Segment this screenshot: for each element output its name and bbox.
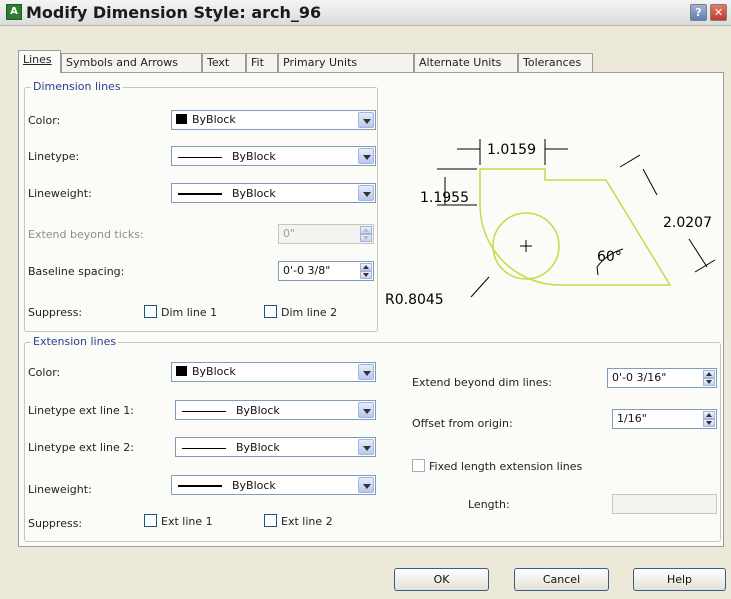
ext-line-2-label: Ext line 2 bbox=[281, 515, 333, 528]
dim-linetype-label: Linetype: bbox=[28, 150, 80, 163]
ext-color-label: Color: bbox=[28, 366, 61, 379]
ext-linetype2-label: Linetype ext line 2: bbox=[28, 441, 134, 454]
cancel-button[interactable]: Cancel bbox=[514, 568, 609, 591]
linetype-sample-icon bbox=[178, 157, 222, 158]
lineweight-sample-icon bbox=[178, 193, 222, 195]
dim-line-1-checkbox[interactable] bbox=[144, 305, 157, 318]
tab-lines[interactable]: Lines bbox=[18, 50, 61, 73]
length-spinner bbox=[612, 494, 717, 514]
ext-lineweight-select[interactable]: ByBlock bbox=[171, 475, 376, 495]
extend-beyond-ticks-label: Extend beyond ticks: bbox=[28, 228, 144, 241]
spin-down-icon bbox=[360, 234, 372, 242]
dim-linetype-select[interactable]: ByBlock bbox=[171, 146, 376, 166]
linetype-sample-icon bbox=[182, 448, 226, 449]
tab-text[interactable]: Text bbox=[202, 53, 246, 72]
dim-suppress-label: Suppress: bbox=[28, 306, 83, 319]
dim-line-1-label: Dim line 1 bbox=[161, 306, 218, 319]
dialog-window: A Modify Dimension Style: arch_96 ? ✕ Li… bbox=[0, 0, 731, 599]
baseline-spacing-label: Baseline spacing: bbox=[28, 265, 125, 278]
dim-line-2-label: Dim line 2 bbox=[281, 306, 338, 319]
dim-lineweight-select[interactable]: ByBlock bbox=[171, 183, 376, 203]
tab-alternate-units[interactable]: Alternate Units bbox=[414, 53, 518, 72]
ext-linetype2-select[interactable]: ByBlock bbox=[175, 437, 376, 457]
dropdown-arrow-icon[interactable] bbox=[358, 148, 374, 164]
dimension-preview: 1.0159 1.1955 2.0207 60° R0.8045 bbox=[385, 99, 721, 329]
ext-suppress-label: Suppress: bbox=[28, 517, 83, 530]
baseline-spacing-spinner[interactable]: 0'-0 3/8" bbox=[278, 261, 374, 281]
dropdown-arrow-icon[interactable] bbox=[358, 364, 374, 380]
ext-lineweight-label: Lineweight: bbox=[28, 483, 92, 496]
offset-from-origin-label: Offset from origin: bbox=[412, 417, 513, 430]
dropdown-arrow-icon[interactable] bbox=[358, 402, 374, 418]
extension-lines-title: Extension lines bbox=[31, 335, 119, 348]
close-button[interactable]: ✕ bbox=[710, 4, 727, 21]
fixed-length-checkbox[interactable] bbox=[412, 459, 425, 472]
ext-line-1-label: Ext line 1 bbox=[161, 515, 213, 528]
extend-beyond-dim-lines-spinner[interactable]: 0'-0 3/16" bbox=[607, 368, 717, 388]
dimension-lines-title: Dimension lines bbox=[31, 80, 123, 93]
preview-shape bbox=[479, 168, 672, 286]
dim-right-text: 2.0207 bbox=[663, 215, 712, 231]
fixed-length-label: Fixed length extension lines bbox=[429, 460, 583, 473]
dim-radius-text: R0.8045 bbox=[385, 292, 444, 308]
offset-from-origin-spinner[interactable]: 1/16" bbox=[612, 409, 717, 429]
dim-angle-text: 60° bbox=[597, 249, 622, 265]
tab-fit[interactable]: Fit bbox=[246, 53, 278, 72]
dropdown-arrow-icon[interactable] bbox=[358, 185, 374, 201]
dim-color-label: Color: bbox=[28, 114, 61, 127]
title-bar: A Modify Dimension Style: arch_96 ? ✕ bbox=[0, 0, 731, 26]
dim-color-select[interactable]: ByBlock bbox=[171, 110, 376, 130]
spin-up-icon[interactable] bbox=[703, 370, 715, 378]
spin-up-icon[interactable] bbox=[360, 263, 372, 271]
dropdown-arrow-icon[interactable] bbox=[358, 439, 374, 455]
tab-symbols-and-arrows[interactable]: Symbols and Arrows bbox=[61, 53, 202, 72]
dim-lineweight-label: Lineweight: bbox=[28, 187, 92, 200]
dropdown-arrow-icon[interactable] bbox=[358, 112, 374, 128]
ext-line-2-checkbox[interactable] bbox=[264, 514, 277, 527]
app-icon: A bbox=[6, 4, 22, 20]
help-title-button[interactable]: ? bbox=[690, 4, 707, 21]
ext-linetype1-select[interactable]: ByBlock bbox=[175, 400, 376, 420]
tab-tolerances[interactable]: Tolerances bbox=[518, 53, 593, 72]
spin-down-icon[interactable] bbox=[703, 419, 715, 427]
color-swatch bbox=[176, 366, 187, 376]
help-button[interactable]: Help bbox=[633, 568, 726, 591]
ext-line-1-checkbox[interactable] bbox=[144, 514, 157, 527]
spin-down-icon[interactable] bbox=[360, 271, 372, 279]
color-swatch bbox=[176, 114, 187, 124]
spin-up-icon bbox=[360, 226, 372, 234]
tab-primary-units[interactable]: Primary Units bbox=[278, 53, 414, 72]
ok-button[interactable]: OK bbox=[394, 568, 489, 591]
linetype-sample-icon bbox=[182, 411, 226, 412]
extend-beyond-dim-lines-label: Extend beyond dim lines: bbox=[412, 376, 552, 389]
dropdown-arrow-icon[interactable] bbox=[358, 477, 374, 493]
dim-left-text: 1.1955 bbox=[420, 190, 469, 206]
dim-top-text: 1.0159 bbox=[487, 142, 536, 158]
window-title: Modify Dimension Style: arch_96 bbox=[26, 3, 322, 22]
lineweight-sample-icon bbox=[178, 485, 222, 487]
spin-down-icon[interactable] bbox=[703, 378, 715, 386]
ext-color-select[interactable]: ByBlock bbox=[171, 362, 376, 382]
spin-up-icon[interactable] bbox=[703, 411, 715, 419]
ext-linetype1-label: Linetype ext line 1: bbox=[28, 404, 134, 417]
dim-line-2-checkbox[interactable] bbox=[264, 305, 277, 318]
length-label: Length: bbox=[468, 498, 510, 511]
extend-beyond-ticks-spinner: 0" bbox=[278, 224, 374, 244]
